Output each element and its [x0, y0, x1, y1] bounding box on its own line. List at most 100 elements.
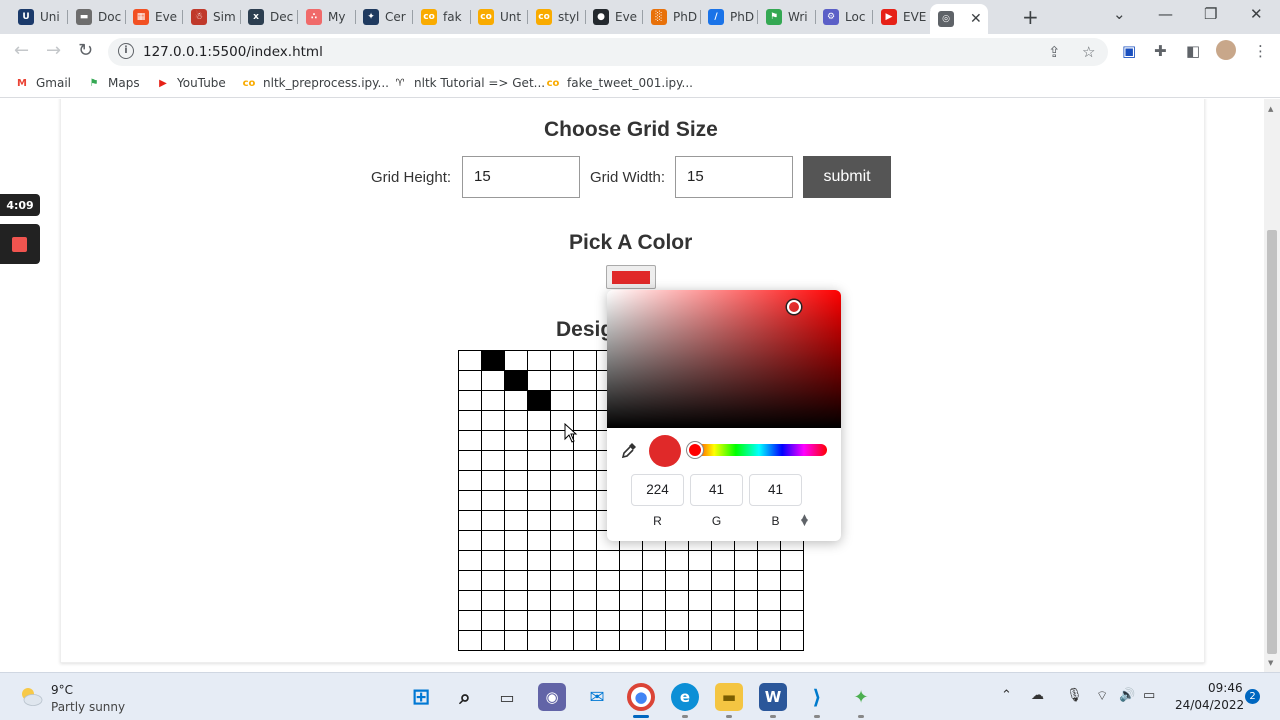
grid-cell[interactable] [458, 530, 482, 551]
grid-cell[interactable] [573, 490, 597, 511]
grid-cell[interactable] [619, 550, 643, 571]
grid-cell[interactable] [527, 570, 551, 591]
grid-cell[interactable] [711, 610, 735, 631]
grid-cell[interactable] [504, 490, 528, 511]
grid-cell[interactable] [504, 350, 528, 371]
grid-cell[interactable] [688, 630, 712, 651]
grid-cell[interactable] [550, 450, 574, 471]
grid-cell[interactable] [688, 590, 712, 611]
weather-temperature[interactable]: 9°C [51, 683, 73, 697]
tray-overflow-chevron-icon[interactable]: ⌃ [1001, 688, 1012, 703]
profile-avatar[interactable] [1216, 40, 1236, 60]
grid-cell[interactable] [550, 570, 574, 591]
scroll-up-arrow-icon[interactable]: ▲ [1268, 105, 1273, 113]
grid-cell[interactable] [504, 570, 528, 591]
grid-cell[interactable] [596, 570, 620, 591]
grid-cell[interactable] [642, 590, 666, 611]
grid-cell[interactable] [642, 630, 666, 651]
grid-cell[interactable] [504, 530, 528, 551]
side-panel-icon[interactable]: ◧ [1186, 42, 1200, 60]
grid-cell[interactable] [757, 550, 781, 571]
grid-cell[interactable] [458, 590, 482, 611]
new-tab-button[interactable]: + [1022, 5, 1039, 29]
grid-cell[interactable] [665, 590, 689, 611]
format-toggle-icon[interactable]: ▲ ▼ [801, 514, 808, 528]
grid-cell[interactable] [458, 370, 482, 391]
grid-cell[interactable] [527, 550, 551, 571]
grid-cell[interactable] [757, 570, 781, 591]
grid-cell[interactable] [642, 610, 666, 631]
grid-cell[interactable] [619, 570, 643, 591]
chrome-icon[interactable]: ● [627, 683, 655, 711]
minimize-button[interactable]: — [1158, 5, 1173, 23]
volume-icon[interactable]: 🔊 [1119, 688, 1135, 703]
grid-cell[interactable] [504, 550, 528, 571]
grid-cell[interactable] [596, 630, 620, 651]
grid-cell[interactable] [619, 630, 643, 651]
blue-value-input[interactable]: 41 [749, 474, 802, 506]
hue-slider[interactable] [691, 444, 827, 456]
grid-cell[interactable] [780, 630, 804, 651]
browser-tab[interactable]: ▶ EVE [873, 4, 931, 30]
browser-tab[interactable]: ▬ Doc [68, 4, 126, 30]
grid-cell[interactable] [665, 610, 689, 631]
grid-cell[interactable] [458, 470, 482, 491]
grid-cell[interactable] [481, 450, 505, 471]
grid-cell[interactable] [550, 610, 574, 631]
browser-tab[interactable]: ▦ Eve [125, 4, 183, 30]
grid-cell[interactable] [665, 570, 689, 591]
grid-cell[interactable] [573, 470, 597, 491]
grid-cell[interactable] [504, 430, 528, 451]
clock-date[interactable]: 24/04/2022 [1175, 698, 1244, 712]
grid-cell[interactable] [481, 550, 505, 571]
grid-cell[interactable] [481, 610, 505, 631]
grid-cell[interactable] [665, 630, 689, 651]
bookmark-item[interactable]: co fake_tweet_001.ipy... [545, 76, 693, 90]
browser-tab[interactable]: co Unt [470, 4, 528, 30]
weather-partly-sunny-icon[interactable] [18, 685, 44, 707]
grid-cell[interactable] [458, 610, 482, 631]
chat-icon[interactable]: ◉ [538, 683, 566, 711]
task-view-icon[interactable]: ▭ [493, 683, 521, 711]
browser-tab[interactable]: ◎ ✕ [930, 4, 988, 34]
grid-cell[interactable] [504, 510, 528, 531]
app-icon[interactable]: ✦ [847, 683, 875, 711]
restore-button[interactable]: ❐ [1204, 5, 1217, 23]
grid-cell[interactable] [573, 590, 597, 611]
grid-cell[interactable] [550, 630, 574, 651]
grid-cell[interactable] [481, 430, 505, 451]
grid-cell[interactable] [573, 370, 597, 391]
battery-icon[interactable]: ▭ [1143, 688, 1155, 703]
weather-condition[interactable]: Partly sunny [51, 700, 125, 714]
grid-cell[interactable] [527, 470, 551, 491]
clock-time[interactable]: 09:46 [1208, 681, 1243, 695]
grid-cell[interactable] [481, 570, 505, 591]
bookmark-item[interactable]: ▶ YouTube [155, 76, 226, 90]
grid-cell[interactable] [550, 370, 574, 391]
browser-tab[interactable]: ⚑ Wri [758, 4, 816, 30]
grid-cell[interactable] [550, 590, 574, 611]
wifi-icon[interactable]: ⌔ [1096, 688, 1108, 704]
grid-cell[interactable] [504, 450, 528, 471]
grid-cell[interactable] [573, 350, 597, 371]
address-bar[interactable]: i 127.0.0.1:5500/index.html ⇪ ☆ [108, 38, 1108, 66]
grid-cell[interactable] [734, 550, 758, 571]
grid-cell[interactable] [573, 450, 597, 471]
grid-cell[interactable] [458, 510, 482, 531]
grid-cell[interactable] [734, 590, 758, 611]
grid-cell[interactable] [527, 590, 551, 611]
grid-cell[interactable] [504, 610, 528, 631]
grid-cell[interactable] [688, 550, 712, 571]
grid-cell[interactable] [527, 490, 551, 511]
grid-cell[interactable] [458, 410, 482, 431]
grid-cell[interactable] [481, 490, 505, 511]
scrollbar-thumb[interactable] [1267, 230, 1277, 654]
mail-icon[interactable]: ✉ [583, 683, 611, 711]
grid-cell[interactable] [527, 410, 551, 431]
browser-tab[interactable]: ∴ My [298, 4, 356, 30]
scroll-down-arrow-icon[interactable]: ▼ [1268, 659, 1273, 667]
grid-cell[interactable] [780, 570, 804, 591]
grid-cell[interactable] [711, 590, 735, 611]
grid-cell[interactable] [711, 630, 735, 651]
bookmark-item[interactable]: ⚑ Maps [86, 76, 140, 90]
